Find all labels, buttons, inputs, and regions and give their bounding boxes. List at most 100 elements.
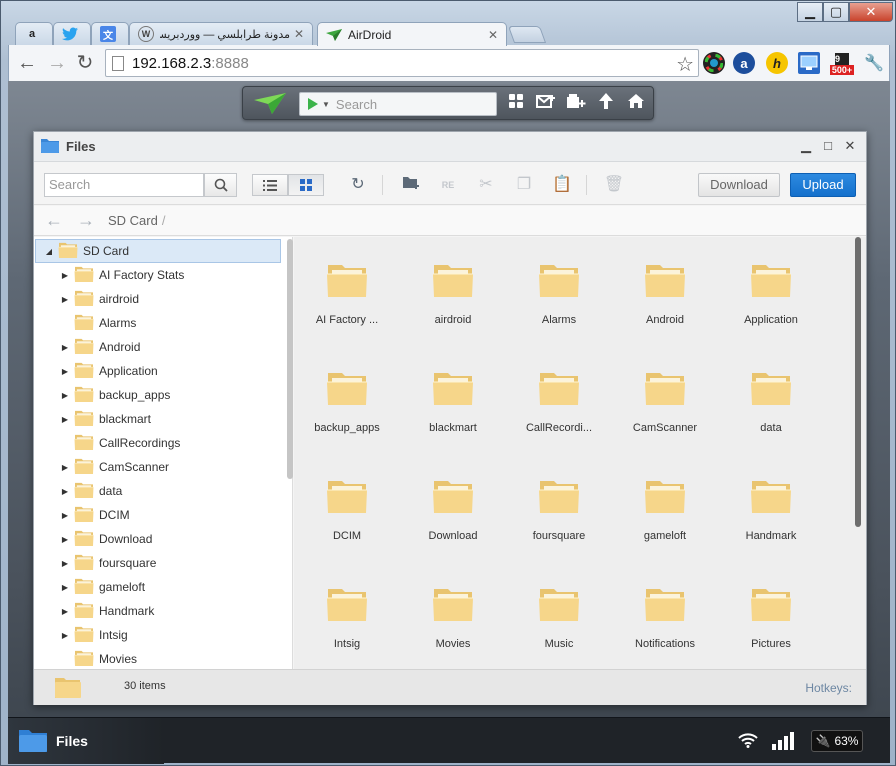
grid-folder-item[interactable]: backup_apps: [299, 351, 395, 451]
close-icon[interactable]: ✕: [842, 138, 858, 154]
tree-item[interactable]: ▶ data: [34, 479, 284, 503]
tree-item[interactable]: ▶ Download: [34, 527, 284, 551]
grid-folder-item[interactable]: gameloft: [617, 459, 713, 559]
tree-item-sd-card[interactable]: ◢ SD Card: [35, 239, 281, 263]
grid-folder-item[interactable]: Application: [723, 243, 819, 343]
minimize-icon[interactable]: ▁: [798, 138, 814, 154]
grid-folder-item[interactable]: AI Factory ...: [299, 243, 395, 343]
add-widget-icon[interactable]: [563, 92, 589, 116]
color-wheel-extension-icon[interactable]: [703, 52, 725, 74]
trash-icon[interactable]: 🗑: [603, 175, 625, 195]
expand-arrow-icon[interactable]: ▶: [60, 295, 70, 304]
tree-item[interactable]: ▶ airdroid: [34, 287, 284, 311]
copy-icon[interactable]: ❐: [513, 175, 535, 195]
notification-extension-icon[interactable]: 9 500+: [829, 51, 855, 77]
grid-folder-item[interactable]: airdroid: [405, 243, 501, 343]
grid-folder-item[interactable]: Notifications: [617, 567, 713, 667]
tree-item[interactable]: Movies: [34, 647, 284, 669]
grid-view-button[interactable]: [288, 174, 324, 196]
tree-item[interactable]: ▶ foursquare: [34, 551, 284, 575]
file-search-input[interactable]: Search: [44, 173, 204, 197]
bookmark-star-icon[interactable]: ☆: [676, 52, 694, 77]
airdroid-logo-icon[interactable]: [253, 92, 287, 116]
forward-arrow-icon[interactable]: →: [45, 51, 69, 75]
grid-folder-item[interactable]: DCIM: [299, 459, 395, 559]
tree-scrollbar[interactable]: [287, 239, 293, 479]
grid-folder-item[interactable]: Download: [405, 459, 501, 559]
back-arrow-icon[interactable]: ←: [15, 51, 39, 75]
rename-icon[interactable]: RE: [437, 175, 459, 195]
tree-item[interactable]: CallRecordings: [34, 431, 284, 455]
tree-item[interactable]: ▶ gameloft: [34, 575, 284, 599]
tab-amazon[interactable]: a: [15, 22, 53, 45]
paste-icon[interactable]: 📋: [551, 175, 573, 195]
new-tab-button[interactable]: [507, 26, 547, 43]
list-view-button[interactable]: [252, 174, 288, 196]
tab-wordpress[interactable]: W مدونة طرابلسي — ووردبريس ✕: [129, 22, 313, 45]
apps-grid-icon[interactable]: [503, 92, 529, 116]
tree-item[interactable]: Alarms: [34, 311, 284, 335]
refresh-icon[interactable]: ↻: [347, 175, 369, 195]
new-message-icon[interactable]: [533, 92, 559, 116]
tree-item[interactable]: ▶ backup_apps: [34, 383, 284, 407]
minimize-icon[interactable]: ▁: [797, 2, 823, 22]
files-titlebar[interactable]: Files ▁ □ ✕: [34, 132, 866, 162]
tree-item[interactable]: ▶ Android: [34, 335, 284, 359]
app-search-input[interactable]: ▼ Search: [299, 92, 497, 116]
tab-airdroid[interactable]: AirDroid ✕: [317, 22, 507, 46]
upload-arrow-icon[interactable]: [593, 92, 619, 116]
tab-twitter[interactable]: [53, 22, 91, 45]
a-extension-icon[interactable]: a: [733, 52, 755, 74]
close-window-icon[interactable]: ✕: [849, 2, 893, 22]
expand-arrow-icon[interactable]: ◢: [44, 247, 54, 256]
grid-folder-item[interactable]: Music: [511, 567, 607, 667]
tab-translate[interactable]: 文: [91, 22, 129, 45]
cut-icon[interactable]: ✂: [475, 175, 497, 195]
expand-arrow-icon[interactable]: ▶: [60, 487, 70, 496]
grid-folder-item[interactable]: Pictures: [723, 567, 819, 667]
grid-folder-item[interactable]: CallRecordi...: [511, 351, 607, 451]
close-tab-icon[interactable]: ✕: [488, 28, 498, 42]
expand-arrow-icon[interactable]: ▶: [60, 271, 70, 280]
maximize-icon[interactable]: □: [820, 138, 836, 154]
h-extension-icon[interactable]: h: [766, 52, 788, 74]
grid-folder-item[interactable]: data: [723, 351, 819, 451]
expand-arrow-icon[interactable]: ▶: [60, 607, 70, 616]
grid-folder-item[interactable]: CamScanner: [617, 351, 713, 451]
wrench-icon[interactable]: 🔧: [863, 52, 885, 74]
breadcrumb-root[interactable]: SD Card: [108, 213, 158, 228]
expand-arrow-icon[interactable]: ▶: [60, 559, 70, 568]
grid-folder-item[interactable]: Alarms: [511, 243, 607, 343]
chevron-down-icon[interactable]: ▼: [322, 100, 330, 109]
forward-arrow-icon[interactable]: →: [74, 210, 98, 231]
upload-button[interactable]: Upload: [790, 173, 856, 197]
grid-folder-item[interactable]: foursquare: [511, 459, 607, 559]
grid-folder-item[interactable]: Intsig: [299, 567, 395, 667]
grid-folder-item[interactable]: blackmart: [405, 351, 501, 451]
tree-item[interactable]: ▶ DCIM: [34, 503, 284, 527]
expand-arrow-icon[interactable]: ▶: [60, 463, 70, 472]
maximize-icon[interactable]: ▢: [823, 2, 849, 22]
expand-arrow-icon[interactable]: ▶: [60, 631, 70, 640]
close-tab-icon[interactable]: ✕: [294, 27, 304, 41]
tree-item[interactable]: ▶ CamScanner: [34, 455, 284, 479]
tree-item[interactable]: ▶ Application: [34, 359, 284, 383]
grid-folder-item[interactable]: Movies: [405, 567, 501, 667]
expand-arrow-icon[interactable]: ▶: [60, 535, 70, 544]
tree-item[interactable]: ▶ AI Factory Stats: [34, 263, 284, 287]
reload-icon[interactable]: ↻: [73, 51, 97, 75]
tree-item[interactable]: ▶ Intsig: [34, 623, 284, 647]
expand-arrow-icon[interactable]: ▶: [60, 367, 70, 376]
expand-arrow-icon[interactable]: ▶: [60, 511, 70, 520]
address-bar[interactable]: 192.168.2.3:8888 ☆: [105, 49, 699, 77]
grid-scrollbar[interactable]: [855, 237, 861, 527]
hotkeys-link[interactable]: Hotkeys:: [805, 681, 852, 695]
back-arrow-icon[interactable]: ←: [42, 210, 66, 231]
expand-arrow-icon[interactable]: ▶: [60, 415, 70, 424]
tree-item[interactable]: ▶ Handmark: [34, 599, 284, 623]
dock-item-files[interactable]: Files: [8, 718, 164, 764]
download-button[interactable]: Download: [698, 173, 780, 197]
expand-arrow-icon[interactable]: ▶: [60, 391, 70, 400]
grid-folder-item[interactable]: Handmark: [723, 459, 819, 559]
home-icon[interactable]: [623, 92, 649, 116]
